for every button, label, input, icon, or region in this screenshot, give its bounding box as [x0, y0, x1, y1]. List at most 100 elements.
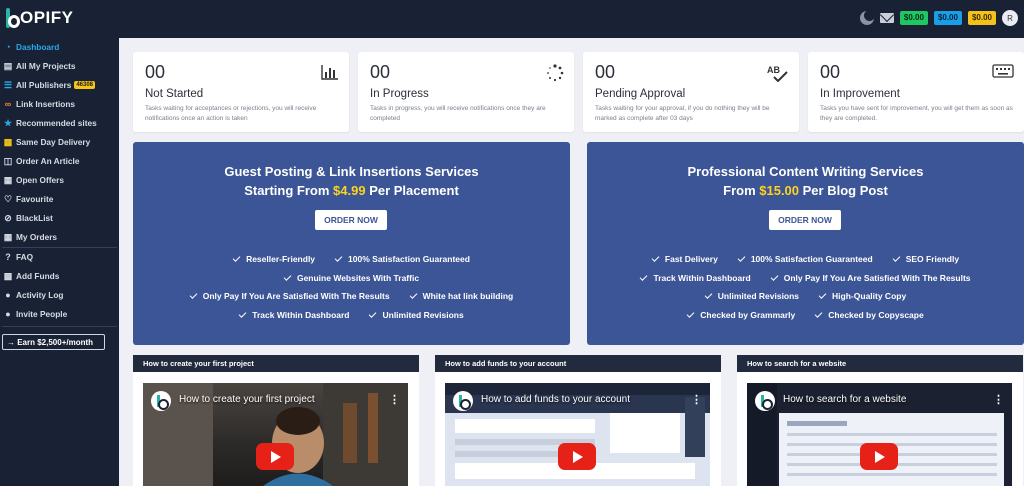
video-card-header: How to create your first project	[133, 355, 419, 372]
dark-mode-icon[interactable]	[859, 10, 875, 25]
sidebar-item-label: BlackList	[16, 213, 53, 223]
video-player[interactable]: How to create your first project ⋮	[143, 383, 408, 486]
sidebar-item-invite-people[interactable]: ● Invite People	[3, 307, 67, 321]
avatar[interactable]: R	[1002, 10, 1018, 26]
check-icon	[704, 291, 713, 299]
earn-referral-button[interactable]: → Earn $2,500+/month	[2, 334, 105, 350]
stat-description: Tasks waiting for your approval, if you …	[595, 105, 770, 122]
sidebar-item-link-insertions[interactable]: ∞ Link Insertions	[3, 97, 75, 111]
feature-item: High-Quality Copy	[818, 291, 907, 301]
stat-title: Pending Approval	[595, 88, 686, 100]
sidebar-item-label: Link Insertions	[16, 99, 76, 109]
sidebar-item-label: FAQ	[16, 252, 34, 262]
users-icon: ●	[5, 309, 11, 319]
feature-item: Reseller-Friendly	[232, 254, 315, 264]
sidebar: ◔ Dashboard ▤ All My Projects ☰ All Publ…	[0, 38, 119, 486]
sidebar-item-favourite[interactable]: ♡ Favourite	[3, 192, 53, 206]
more-options-icon[interactable]: ⋮	[691, 393, 702, 406]
feature-row: Genuine Websites With Traffic	[133, 273, 570, 283]
sidebar-item-faq[interactable]: ? FAQ	[3, 250, 33, 264]
spinner-icon	[547, 64, 564, 82]
sidebar-item-my-orders[interactable]: ▦ My Orders	[3, 230, 57, 244]
feature-row: Only Pay If You Are Satisfied With The R…	[133, 291, 570, 301]
more-options-icon[interactable]: ⋮	[389, 393, 400, 406]
feature-label: Only Pay If You Are Satisfied With The R…	[783, 273, 971, 283]
feature-row: Unlimited Revisions High-Quality Copy	[587, 291, 1024, 301]
promo-content-writing: Professional Content Writing Services Fr…	[587, 142, 1024, 345]
sidebar-item-add-funds[interactable]: ▩ Add Funds	[3, 269, 60, 283]
play-icon[interactable]	[860, 443, 898, 470]
cart-icon: ◫	[3, 155, 13, 166]
sidebar-item-activity-log[interactable]: ● Activity Log	[3, 288, 63, 302]
check-icon	[651, 254, 660, 262]
feature-label: High-Quality Copy	[832, 291, 907, 301]
check-icon	[814, 310, 823, 318]
promo-title: Guest Posting & Link Insertions Services	[224, 164, 479, 179]
sidebar-item-all-publishers[interactable]: ☰ All Publishers 46308	[3, 78, 96, 92]
video-player[interactable]: How to add funds to your account ⋮	[445, 383, 710, 486]
play-icon[interactable]	[256, 443, 294, 470]
channel-logo-icon	[151, 391, 171, 411]
order-now-button[interactable]: ORDER NOW	[315, 210, 387, 230]
ban-icon: ⊘	[4, 212, 12, 223]
promo-subtitle-suffix: Per Blog Post	[799, 183, 888, 198]
sidebar-item-label: My Orders	[16, 232, 58, 242]
truck-icon: ▩	[3, 136, 13, 147]
promo-title: Professional Content Writing Services	[687, 164, 924, 179]
video-title: How to create your first project	[179, 394, 315, 405]
feature-item: Checked by Copyscape	[814, 310, 924, 320]
sidebar-divider	[2, 247, 117, 248]
sidebar-item-same-day-delivery[interactable]: ▩ Same Day Delivery	[3, 135, 91, 149]
feature-label: 100% Satisfaction Guaranteed	[750, 254, 873, 264]
stat-count: 00	[595, 62, 616, 82]
feature-item: Unlimited Revisions	[704, 291, 799, 301]
stat-card-not-started: 00 Not Started Tasks waiting for accepta…	[133, 52, 349, 132]
video-card-search-website: How to search for a website How to searc…	[737, 355, 1023, 486]
check-icon	[818, 291, 827, 299]
more-options-icon[interactable]: ⋮	[993, 393, 1004, 406]
sidebar-item-order-an-article[interactable]: ◫ Order An Article	[3, 154, 80, 168]
sidebar-item-blacklist[interactable]: ⊘ BlackList	[3, 211, 53, 225]
wallet-balance-yellow[interactable]: $0.00	[967, 11, 996, 25]
promo-price: $4.99	[333, 183, 366, 198]
check-icon	[334, 254, 343, 262]
check-icon	[892, 254, 901, 262]
sidebar-divider	[2, 326, 117, 327]
mail-icon[interactable]	[879, 13, 894, 23]
link-icon: ∞	[4, 99, 12, 109]
feature-item: SEO Friendly	[892, 254, 959, 264]
promo-price: $15.00	[759, 183, 800, 198]
sidebar-item-label: Invite People	[16, 309, 68, 319]
wallet-balance-blue[interactable]: $0.00	[933, 11, 962, 25]
check-icon	[737, 254, 746, 262]
order-now-button[interactable]: ORDER NOW	[769, 210, 841, 230]
top-bar: OPIFY $0.00 $0.00 $0.00 R	[0, 0, 1024, 38]
feature-row: Checked by Grammarly Checked by Copyscap…	[587, 310, 1024, 320]
check-icon	[238, 310, 247, 318]
brand-logo[interactable]: OPIFY	[4, 6, 74, 30]
channel-logo-icon	[453, 391, 473, 411]
star-icon: ★	[3, 117, 13, 128]
stat-description: Tasks waiting for acceptances or rejecti…	[145, 105, 317, 122]
feature-row: Track Within Dashboard Only Pay If You A…	[587, 273, 1024, 283]
sidebar-item-label: All Publishers	[16, 80, 72, 90]
feature-item: Fast Delivery	[651, 254, 718, 264]
wallet-balance-green[interactable]: $0.00	[899, 11, 928, 25]
sidebar-item-all-my-projects[interactable]: ▤ All My Projects	[3, 59, 76, 73]
stat-count: 00	[820, 62, 841, 82]
sidebar-item-open-offers[interactable]: ▦ Open Offers	[3, 173, 64, 187]
offers-icon: ▦	[3, 174, 13, 185]
sidebar-item-label: Recommended sites	[16, 118, 97, 128]
video-title: How to search for a website	[783, 394, 907, 405]
publisher-count-badge: 46308	[74, 81, 96, 89]
sidebar-item-dashboard[interactable]: ◔ Dashboard	[3, 40, 59, 54]
svg-text:AB: AB	[767, 65, 780, 75]
sidebar-item-recommended-sites[interactable]: ★ Recommended sites	[3, 116, 97, 130]
feature-item: Checked by Grammarly	[686, 310, 795, 320]
promo-subtitle-prefix: From	[723, 183, 760, 198]
wallet-icon: ▩	[3, 270, 13, 281]
sidebar-item-label: All My Projects	[16, 61, 76, 71]
play-icon[interactable]	[558, 443, 596, 470]
channel-logo-icon	[755, 391, 775, 411]
video-player[interactable]: How to search for a website ⋮	[747, 383, 1012, 486]
